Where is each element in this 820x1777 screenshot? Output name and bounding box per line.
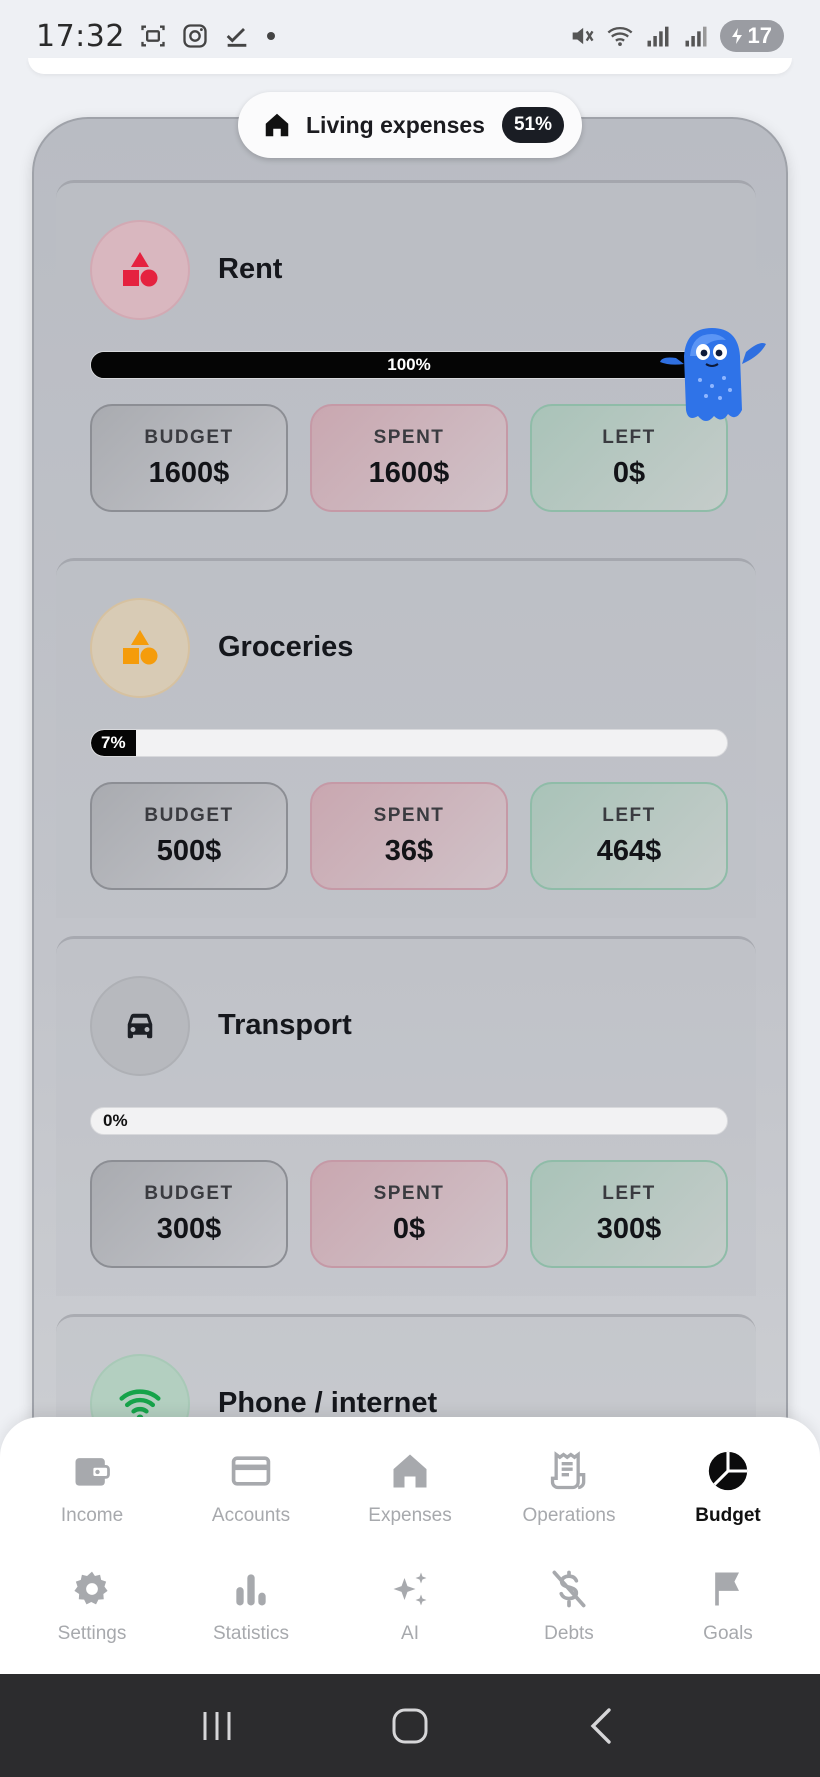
nav-goals[interactable]: Goals xyxy=(648,1565,808,1665)
left-value: 0$ xyxy=(612,456,646,489)
gear-icon xyxy=(68,1565,116,1613)
home-button[interactable] xyxy=(380,1696,440,1756)
spent-box[interactable]: SPENT 36$ xyxy=(310,782,508,890)
top-strip xyxy=(28,58,792,74)
battery-level: 17 xyxy=(747,23,772,48)
spent-label: SPENT xyxy=(373,426,445,448)
spent-box[interactable]: SPENT 0$ xyxy=(310,1160,508,1268)
receipt-icon xyxy=(545,1447,593,1495)
left-box[interactable]: LEFT 300$ xyxy=(530,1160,728,1268)
home-icon xyxy=(265,113,289,137)
car-icon xyxy=(90,976,190,1076)
group-title: Living expenses xyxy=(306,111,485,138)
group-header[interactable]: Living expenses 51% xyxy=(238,92,582,158)
wifi-icon xyxy=(607,26,632,47)
nav-label: AI xyxy=(401,1623,419,1644)
sparkles-icon xyxy=(386,1565,434,1613)
budget-value: 500$ xyxy=(156,834,222,867)
budget-value: 1600$ xyxy=(148,456,230,489)
progress-bar: 0% xyxy=(90,1107,728,1135)
mute-icon xyxy=(572,27,594,45)
home-icon xyxy=(386,1447,434,1495)
category-name: Transport xyxy=(218,1009,352,1041)
budget-box[interactable]: BUDGET 1600$ xyxy=(90,404,288,512)
left-label: LEFT xyxy=(602,426,656,448)
wallet-icon xyxy=(68,1447,116,1495)
instagram-icon xyxy=(183,24,207,48)
status-left: 17:32 xyxy=(36,19,277,54)
nav-ai[interactable]: AI xyxy=(330,1565,490,1665)
status-time: 17:32 xyxy=(36,18,125,54)
category-transport[interactable]: Transport 0% BUDGET 300$ SPENT 0$ LEFT 3… xyxy=(56,936,756,1296)
left-label: LEFT xyxy=(602,1182,656,1204)
pie-chart-icon xyxy=(704,1447,752,1495)
nav-budget[interactable]: Budget xyxy=(648,1447,808,1547)
dollar-off-icon xyxy=(545,1565,593,1613)
budget-box[interactable]: BUDGET 500$ xyxy=(90,782,288,890)
progress-label: 100% xyxy=(387,355,431,374)
nav-label: Operations xyxy=(522,1505,616,1526)
back-button[interactable] xyxy=(573,1696,633,1756)
progress-label: 0% xyxy=(103,1111,128,1130)
budget-box[interactable]: BUDGET 300$ xyxy=(90,1160,288,1268)
shapes-icon xyxy=(90,220,190,320)
spent-box[interactable]: SPENT 1600$ xyxy=(310,404,508,512)
category-rent[interactable]: Rent 100% BUDGET 1600$ SPENT 1600$ LEFT … xyxy=(56,180,756,540)
nav-label: Statistics xyxy=(212,1623,290,1644)
progress-bar: 100% xyxy=(90,351,728,379)
left-label: LEFT xyxy=(602,804,656,826)
flag-icon xyxy=(704,1565,752,1613)
nav-accounts[interactable]: Accounts xyxy=(171,1447,331,1547)
nav-label: Goals xyxy=(703,1623,753,1644)
dot-icon xyxy=(266,32,275,40)
left-value: 464$ xyxy=(596,834,662,867)
credit-card-icon xyxy=(227,1447,275,1495)
spent-label: SPENT xyxy=(373,804,445,826)
nav-label: Settings xyxy=(57,1623,127,1644)
nav-income[interactable]: Income xyxy=(12,1447,172,1547)
left-value: 300$ xyxy=(596,1212,662,1245)
battery-icon: 17 xyxy=(719,20,784,52)
group-percent-badge: 51% xyxy=(501,107,564,143)
nav-label: Accounts xyxy=(211,1505,291,1526)
spent-value: 36$ xyxy=(384,834,434,867)
category-groceries[interactable]: Groceries 7% BUDGET 500$ SPENT 36$ LEFT … xyxy=(56,558,756,918)
screenshot-icon xyxy=(141,25,165,47)
progress-bar: 7% xyxy=(90,729,728,757)
category-name: Groceries xyxy=(218,631,354,663)
nav-label: Expenses xyxy=(368,1505,452,1526)
nav-debts[interactable]: Debts xyxy=(489,1565,649,1665)
status-right: 17 xyxy=(568,20,784,52)
bar-chart-icon xyxy=(227,1565,275,1613)
left-box[interactable]: LEFT 464$ xyxy=(530,782,728,890)
progress-label: 7% xyxy=(101,733,126,752)
nav-label: Budget xyxy=(695,1505,761,1526)
nav-statistics[interactable]: Statistics xyxy=(171,1565,331,1665)
spent-value: 1600$ xyxy=(368,456,450,489)
nav-label: Income xyxy=(60,1505,124,1526)
nav-operations[interactable]: Operations xyxy=(489,1447,649,1547)
nav-settings[interactable]: Settings xyxy=(12,1565,172,1665)
system-nav-bar xyxy=(0,1674,820,1777)
category-name: Rent xyxy=(218,253,283,285)
spent-value: 0$ xyxy=(392,1212,426,1245)
budget-label: BUDGET xyxy=(144,1182,234,1204)
budget-label: BUDGET xyxy=(144,426,234,448)
nav-label: Debts xyxy=(544,1623,594,1644)
budget-value: 300$ xyxy=(156,1212,222,1245)
mascot-icon[interactable] xyxy=(656,326,768,426)
budget-label: BUDGET xyxy=(144,804,234,826)
signal-icon xyxy=(647,26,669,47)
recent-apps-button[interactable] xyxy=(187,1696,247,1756)
nav-expenses[interactable]: Expenses xyxy=(330,1447,490,1547)
signal-icon-2 xyxy=(685,26,707,47)
spent-label: SPENT xyxy=(373,1182,445,1204)
checkmark-icon xyxy=(226,28,247,47)
category-name: Phone / internet xyxy=(218,1387,438,1419)
bottom-nav: Income Accounts Expenses Operations Budg… xyxy=(0,1417,820,1674)
shapes-icon xyxy=(90,598,190,698)
